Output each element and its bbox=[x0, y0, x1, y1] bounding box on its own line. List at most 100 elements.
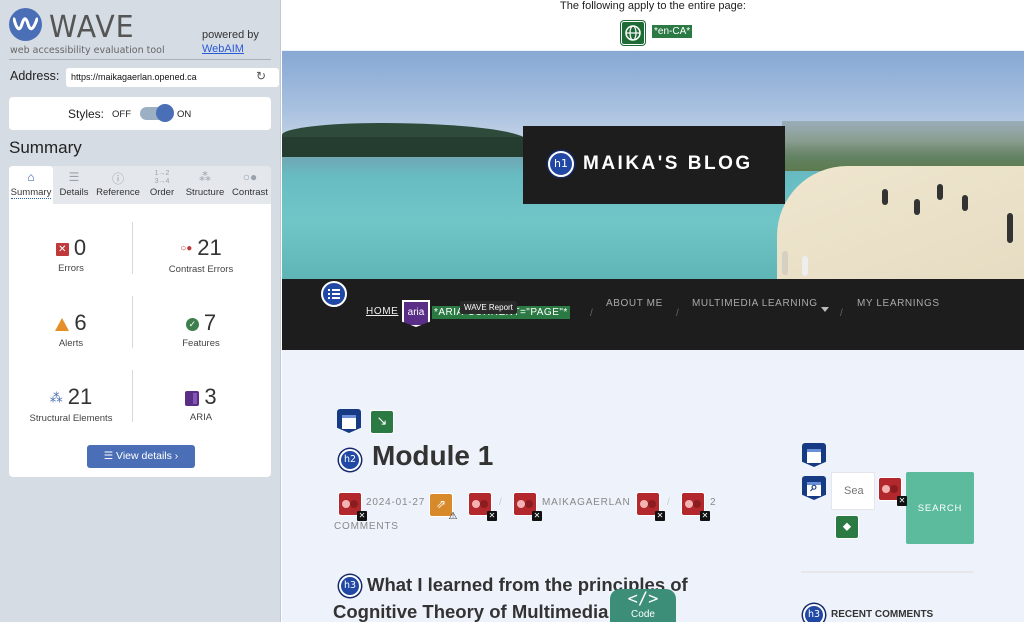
reload-icon[interactable]: ↻ bbox=[256, 69, 266, 83]
meta-separator: / bbox=[499, 497, 503, 508]
address-input[interactable]: https://maikagaerlan.opened.ca bbox=[66, 68, 279, 87]
page-level-banner: The following apply to the entire page: … bbox=[282, 0, 1024, 50]
panel-tabs: ⌂ Summary ☰ Details ⓘ Reference 1→2 3→4 O… bbox=[9, 166, 271, 204]
wave-sidebar: WAVE web accessibility evaluation tool p… bbox=[0, 0, 281, 622]
page-level-text: The following apply to the entire page: bbox=[560, 0, 746, 12]
post-author[interactable]: MAIKAGAERLAN bbox=[542, 497, 631, 508]
list-structure-icon[interactable] bbox=[321, 281, 347, 307]
hero-image: h1 MAIKA'S BLOG bbox=[282, 51, 1024, 279]
main-region-icon[interactable] bbox=[337, 409, 361, 433]
h2-badge-icon[interactable]: h2 bbox=[339, 449, 361, 471]
styles-toggle[interactable] bbox=[140, 104, 174, 122]
nav-multimedia-learning[interactable]: MULTIMEDIA LEARNING bbox=[692, 298, 818, 309]
stat-aria[interactable]: 3 ARIA bbox=[131, 384, 271, 423]
structural-label: Structural Elements bbox=[29, 413, 113, 425]
features-label: Features bbox=[182, 338, 220, 349]
tab-label: Structure bbox=[185, 187, 225, 198]
contrast-error-icon[interactable]: ✕ bbox=[513, 492, 542, 521]
x-mark-icon: ✕ bbox=[487, 511, 497, 521]
x-mark-icon: ✕ bbox=[700, 511, 710, 521]
divider bbox=[801, 571, 974, 573]
contrast-errors-label: Contrast Errors bbox=[168, 264, 234, 276]
contrast-error-icon[interactable]: ✕ bbox=[878, 477, 907, 506]
alerts-count: 6 bbox=[74, 310, 87, 335]
nav-home[interactable]: HOME bbox=[366, 306, 398, 317]
person-figure bbox=[1007, 213, 1013, 243]
aria-count: 3 bbox=[204, 384, 217, 409]
tab-order[interactable]: 1→2 3→4 Order bbox=[145, 166, 179, 204]
meta-separator: / bbox=[667, 497, 671, 508]
comments-count[interactable]: 2 bbox=[710, 497, 716, 508]
styles-on-label: ON bbox=[177, 109, 192, 120]
h1-badge-icon[interactable]: h1 bbox=[548, 151, 574, 177]
aria-badge-icon[interactable]: aria bbox=[402, 300, 430, 327]
contrast-error-icon[interactable]: ✕ bbox=[636, 492, 665, 521]
tab-structure[interactable]: ⁂ Structure bbox=[183, 166, 227, 204]
nav-about-me[interactable]: ABOUT ME bbox=[606, 298, 663, 309]
post-title[interactable]: Module 1 bbox=[372, 440, 493, 472]
address-label: Address: bbox=[10, 69, 60, 83]
view-details-button[interactable]: ☰ View details › bbox=[87, 445, 195, 468]
h3-badge-icon[interactable]: h3 bbox=[803, 604, 825, 622]
skip-link-icon[interactable]: ↘ bbox=[370, 410, 394, 434]
warning-icon: ⚠ bbox=[448, 511, 458, 522]
beach-sand bbox=[777, 166, 1024, 279]
aria-icon bbox=[185, 390, 200, 406]
wave-report-tooltip: WAVE Report bbox=[460, 301, 517, 314]
site-title-box: h1 MAIKA'S BLOG bbox=[523, 126, 785, 204]
h3-badge-icon[interactable]: h3 bbox=[339, 575, 361, 597]
wave-logo-icon bbox=[9, 8, 42, 41]
wave-app: WAVE web accessibility evaluation tool p… bbox=[0, 0, 1024, 622]
tab-label: Reference bbox=[96, 187, 140, 198]
dropdown-caret-icon[interactable] bbox=[821, 307, 829, 312]
nav-my-learnings[interactable]: MY LEARNINGS bbox=[857, 298, 940, 309]
divider bbox=[9, 59, 271, 60]
wave-wordmark: WAVE bbox=[49, 10, 135, 45]
list-icon: ☰ bbox=[103, 450, 117, 462]
globe-icon[interactable] bbox=[621, 21, 645, 45]
powered-by-text: powered by bbox=[202, 29, 259, 41]
alert-link-icon[interactable]: ⇗ ⚠ bbox=[429, 493, 457, 522]
error-icon: ✕ bbox=[55, 242, 69, 256]
stat-structural[interactable]: ⁂ 21 Structural Elements bbox=[9, 384, 133, 424]
complementary-region-icon[interactable] bbox=[802, 443, 826, 467]
contrast-error-icon[interactable]: ✕ bbox=[681, 492, 710, 521]
x-mark-icon: ✕ bbox=[532, 511, 542, 521]
x-mark-icon: ✕ bbox=[897, 496, 907, 506]
post-date[interactable]: 2024-01-27 bbox=[366, 497, 425, 508]
list-icon: ☰ bbox=[68, 170, 80, 184]
wave-logo: WAVE web accessibility evaluation tool p… bbox=[9, 8, 279, 58]
aria-label: ARIA bbox=[189, 412, 213, 423]
post-subtitle-line2: Cognitive Theory of Multimedia L bbox=[333, 601, 625, 622]
tab-contrast[interactable]: ○● Contrast bbox=[229, 166, 271, 204]
contrast-errors-count: 21 bbox=[197, 235, 222, 260]
styles-off-label: OFF bbox=[112, 109, 131, 120]
tab-reference[interactable]: ⓘ Reference bbox=[94, 166, 142, 204]
search-region-icon[interactable]: ⌕ bbox=[802, 476, 826, 500]
tab-details[interactable]: ☰ Details bbox=[55, 166, 93, 204]
contrast-error-icon[interactable]: ✕ bbox=[338, 492, 367, 521]
label-tag-icon[interactable]: ⬥ bbox=[835, 515, 859, 539]
contrast-icon: ○● bbox=[242, 170, 258, 184]
tab-summary[interactable]: ⌂ Summary bbox=[9, 166, 53, 204]
alert-icon bbox=[55, 317, 70, 331]
stat-contrast-errors[interactable]: ○● 21 Contrast Errors bbox=[131, 235, 271, 275]
contrast-error-icon[interactable]: ✕ bbox=[468, 492, 497, 521]
structural-count: 21 bbox=[67, 384, 93, 409]
info-icon: ⓘ bbox=[111, 172, 124, 186]
code-toggle-tab[interactable]: </> Code bbox=[610, 589, 676, 622]
stat-features[interactable]: ✓ 7 Features bbox=[131, 310, 271, 349]
search-button[interactable]: SEARCH bbox=[906, 472, 974, 544]
comments-label[interactable]: COMMENTS bbox=[334, 521, 399, 532]
structure-icon: ⁂ bbox=[49, 390, 63, 406]
nav-separator: / bbox=[590, 308, 593, 319]
webaim-link[interactable]: WebAIM bbox=[202, 42, 259, 56]
stat-alerts[interactable]: 6 Alerts bbox=[9, 310, 133, 349]
stat-errors[interactable]: ✕ 0 Errors bbox=[9, 235, 133, 274]
site-title[interactable]: MAIKA'S BLOG bbox=[583, 153, 753, 175]
alerts-label: Alerts bbox=[58, 338, 84, 349]
search-input[interactable] bbox=[831, 472, 875, 510]
person-figure bbox=[914, 199, 920, 215]
toggle-knob[interactable] bbox=[156, 104, 174, 122]
x-mark-icon: ✕ bbox=[655, 511, 665, 521]
